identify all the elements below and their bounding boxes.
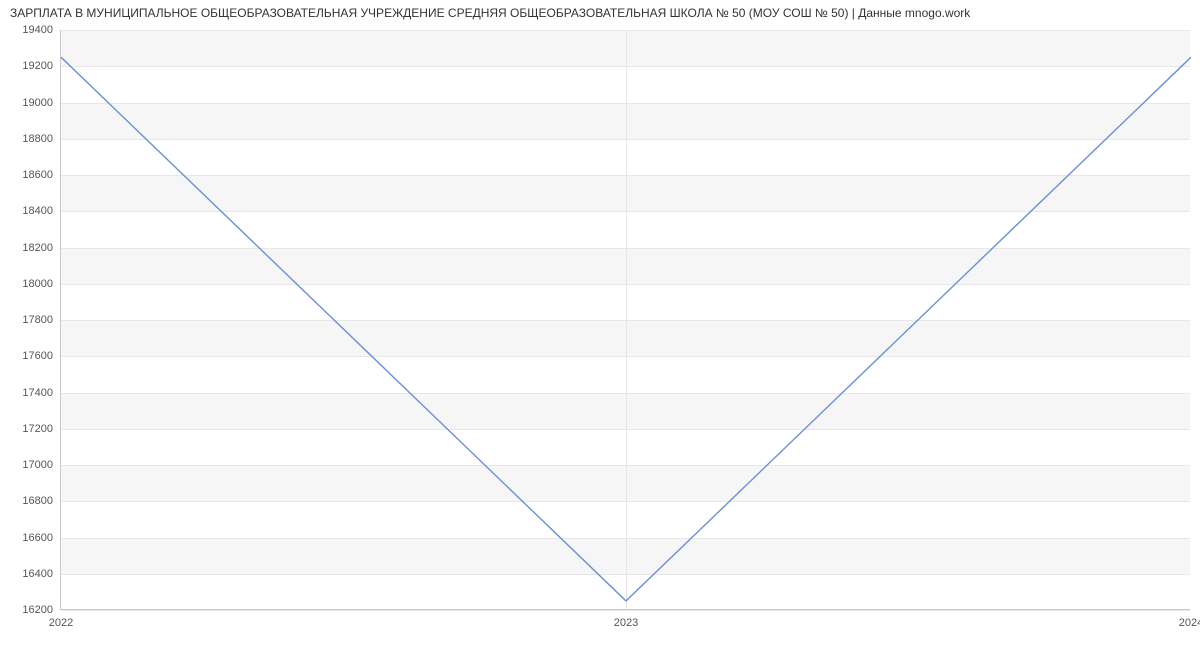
x-tick-label: 2024: [1179, 609, 1200, 629]
y-tick-label: 18200: [22, 242, 61, 254]
series-line: [61, 57, 1191, 601]
y-tick-label: 16400: [22, 568, 61, 580]
y-tick-label: 16800: [22, 495, 61, 507]
y-tick-label: 17400: [22, 387, 61, 399]
y-tick-label: 17200: [22, 423, 61, 435]
y-tick-label: 18800: [22, 133, 61, 145]
y-tick-label: 17800: [22, 314, 61, 326]
x-tick-label: 2023: [614, 609, 638, 629]
y-tick-label: 17000: [22, 459, 61, 471]
x-tick-label: 2022: [49, 609, 73, 629]
y-tick-label: 16600: [22, 532, 61, 544]
y-tick-label: 18400: [22, 205, 61, 217]
plot-area: 1620016400166001680017000172001740017600…: [60, 30, 1190, 610]
y-tick-label: 18600: [22, 169, 61, 181]
y-tick-label: 19000: [22, 97, 61, 109]
y-tick-label: 19200: [22, 60, 61, 72]
y-tick-label: 19400: [22, 24, 61, 36]
y-tick-label: 17600: [22, 350, 61, 362]
chart-title: ЗАРПЛАТА В МУНИЦИПАЛЬНОЕ ОБЩЕОБРАЗОВАТЕЛ…: [10, 6, 970, 20]
y-tick-label: 18000: [22, 278, 61, 290]
chart-container: ЗАРПЛАТА В МУНИЦИПАЛЬНОЕ ОБЩЕОБРАЗОВАТЕЛ…: [0, 0, 1200, 650]
line-series-svg: [61, 30, 1191, 610]
